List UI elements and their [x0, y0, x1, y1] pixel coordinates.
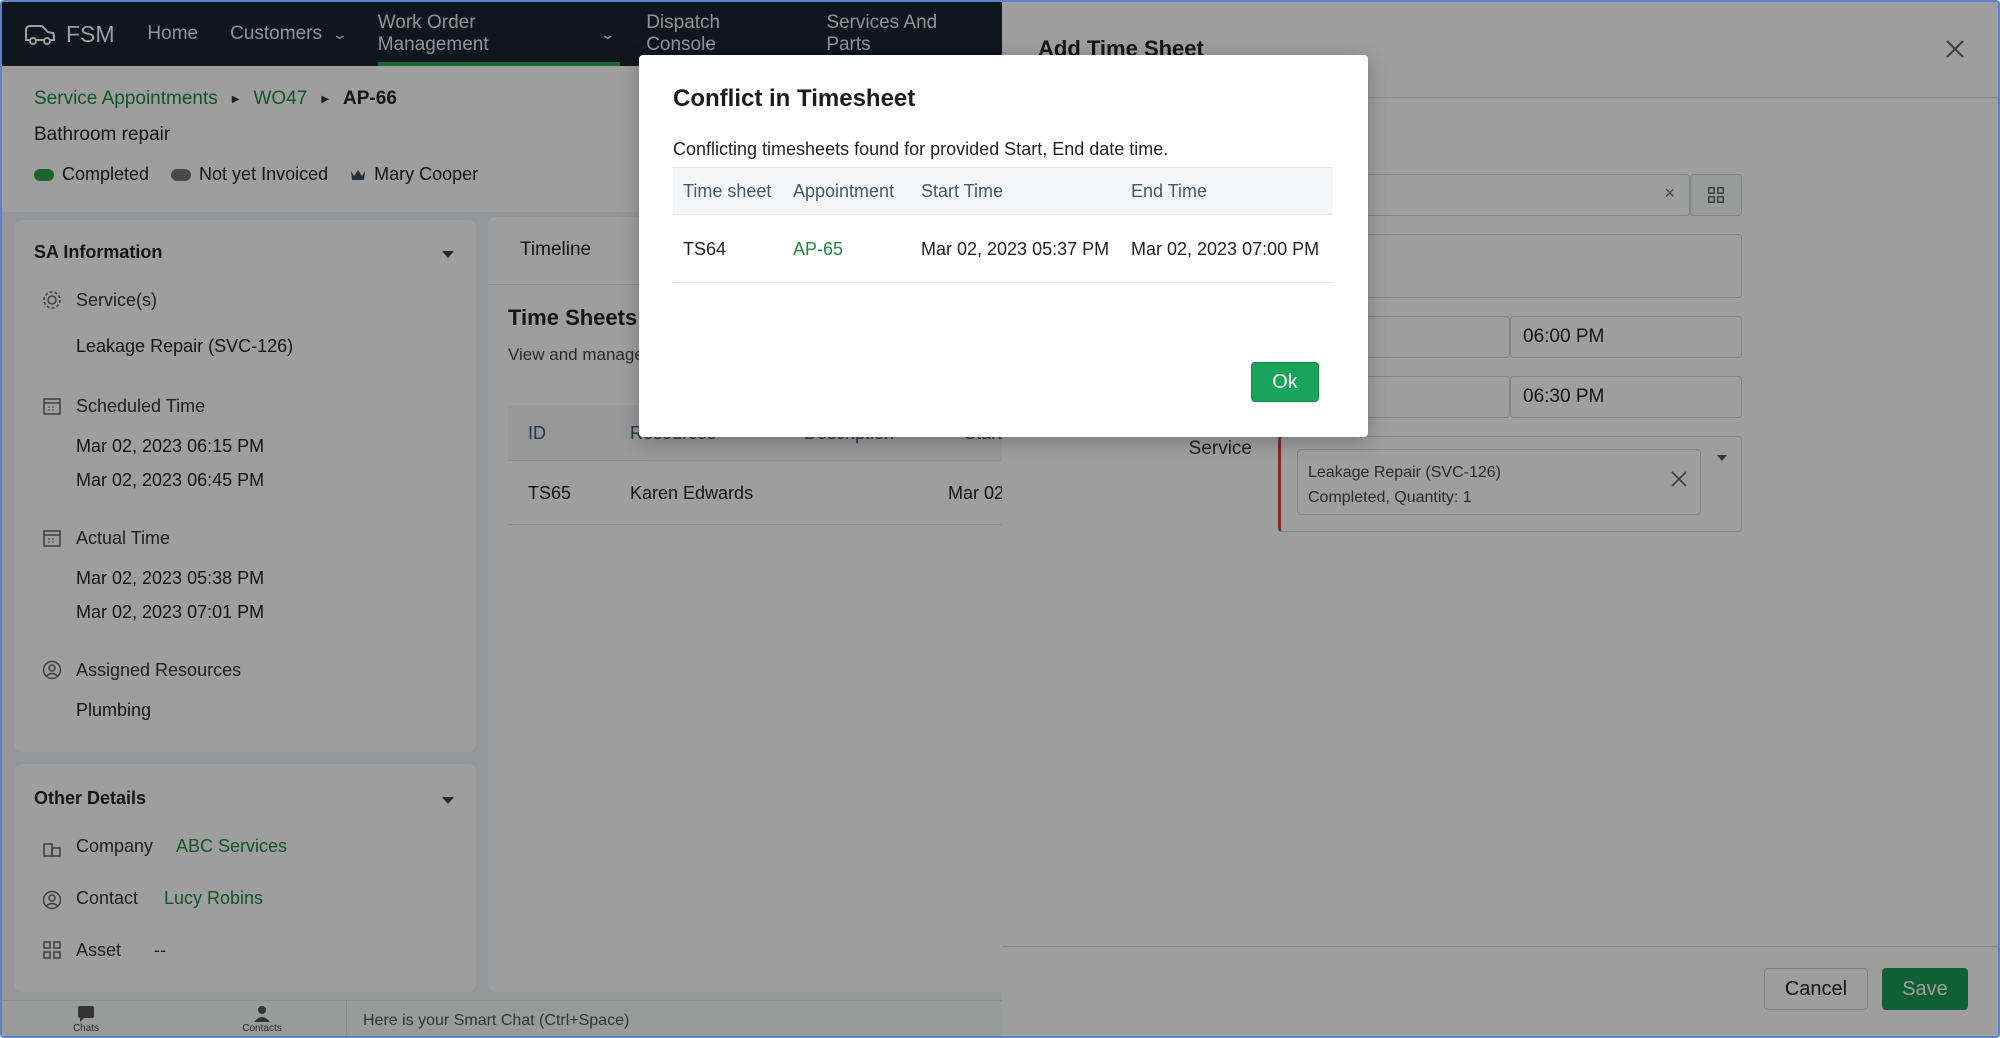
cell-timesheet: TS64: [673, 214, 783, 283]
conflict-modal: Conflict in Timesheet Conflicting timesh…: [639, 55, 1368, 437]
table-row: TS64 AP-65 Mar 02, 2023 05:37 PM Mar 02,…: [673, 214, 1333, 283]
modal-title: Conflict in Timesheet: [673, 85, 916, 112]
conflict-table: Time sheet Appointment Start Time End Ti…: [673, 167, 1333, 283]
app-window: FSM Home Customers ⌄ Work Order Managemen…: [0, 0, 2000, 1038]
cell-end-time: Mar 02, 2023 07:00 PM: [1121, 214, 1333, 283]
col-end-time: End Time: [1121, 167, 1333, 215]
col-start-time: Start Time: [911, 167, 1121, 215]
appointment-link[interactable]: AP-65: [783, 214, 911, 283]
col-appointment: Appointment: [783, 167, 911, 215]
cell-start-time: Mar 02, 2023 05:37 PM: [911, 214, 1121, 283]
ok-button[interactable]: Ok: [1251, 362, 1319, 402]
modal-message: Conflicting timesheets found for provide…: [673, 139, 1169, 159]
conflict-table-header: Time sheet Appointment Start Time End Ti…: [673, 167, 1333, 215]
col-timesheet: Time sheet: [673, 167, 783, 215]
